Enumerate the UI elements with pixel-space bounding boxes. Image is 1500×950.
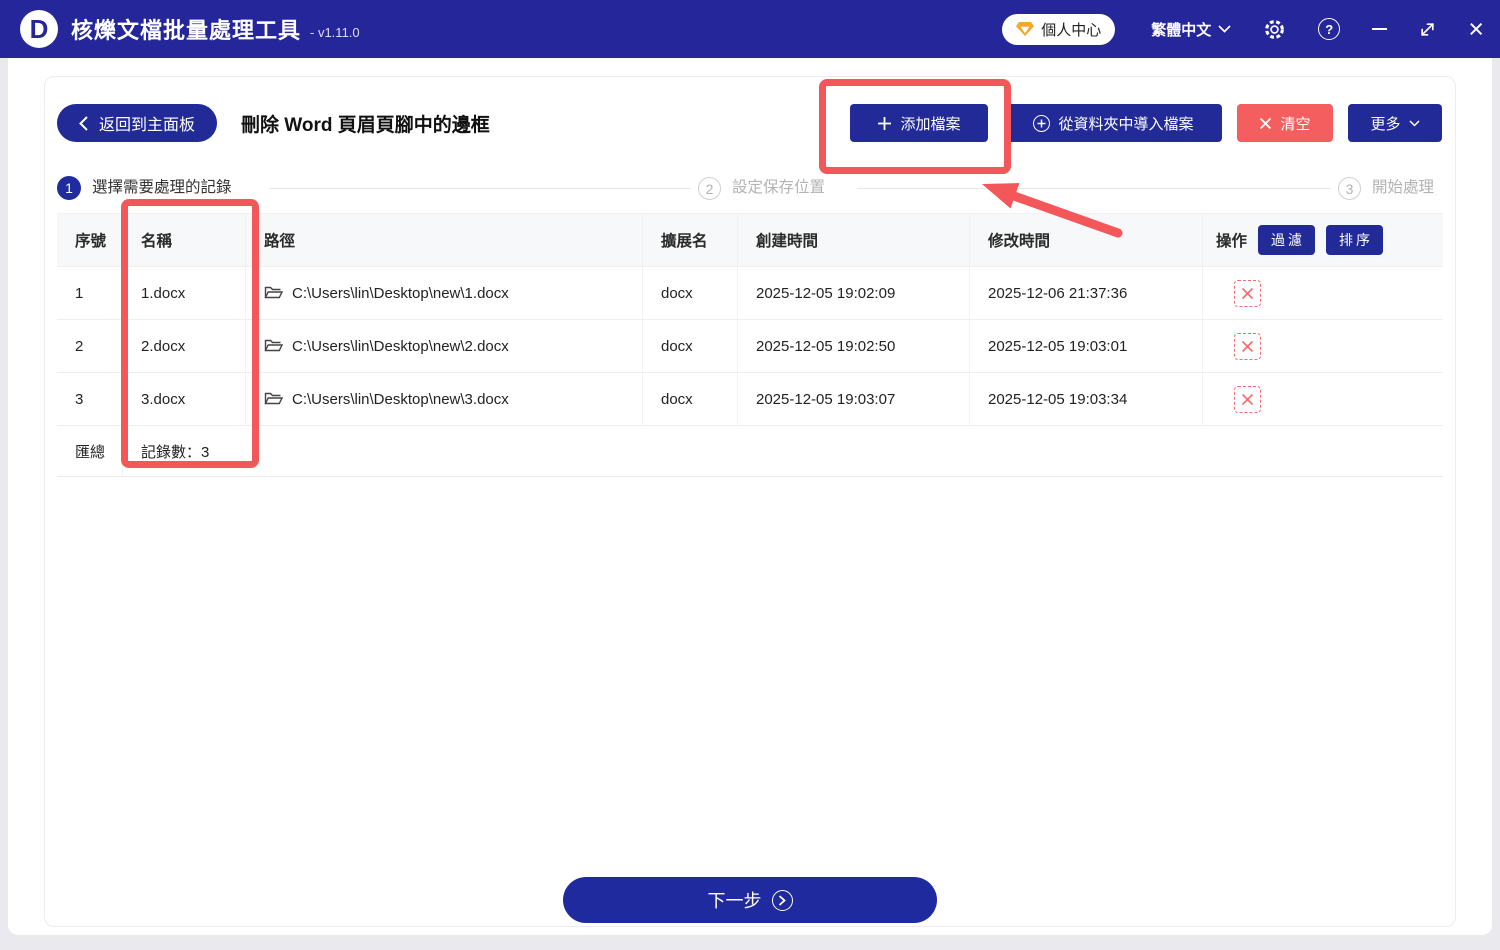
cell-path: C:\Users\lin\Desktop\new\1.docx <box>292 284 509 302</box>
titlebar-actions: 個人中心 繁體中文 ? × <box>1002 0 1484 58</box>
delete-row-button[interactable] <box>1234 279 1261 307</box>
next-step-button[interactable]: 下一步 <box>563 877 937 923</box>
clear-x-icon <box>1259 117 1272 130</box>
circle-plus-icon <box>1033 114 1051 132</box>
header-index: 序號 <box>57 214 123 266</box>
back-button-label: 返回到主面板 <box>99 117 196 134</box>
content-card <box>44 76 1456 927</box>
cell-name: 1.docx <box>123 267 246 319</box>
step-2-circle: 2 <box>698 177 721 200</box>
plus-icon <box>877 116 892 131</box>
cell-extension: docx <box>643 320 738 372</box>
delete-row-button[interactable] <box>1234 332 1261 360</box>
import-from-folder-label: 從資料夾中導入檔案 <box>1058 115 1194 133</box>
step-connector <box>270 188 690 189</box>
summary-record-count: 記錄數：3 <box>141 443 210 461</box>
clear-button[interactable]: 清空 <box>1237 104 1333 142</box>
table-header-row: 序號 名稱 路徑 擴展名 創建時間 修改時間 操作 過濾 排序 <box>57 214 1443 267</box>
cell-path: C:\Users\lin\Desktop\new\2.docx <box>292 337 509 355</box>
chevron-down-icon <box>1408 119 1420 127</box>
header-path: 路徑 <box>246 214 643 266</box>
step-connector <box>857 188 1330 189</box>
delete-x-icon <box>1241 287 1254 300</box>
vip-gem-icon <box>1016 21 1035 37</box>
header-modified: 修改時間 <box>970 214 1203 266</box>
help-icon[interactable]: ? <box>1318 18 1341 40</box>
cell-created: 2025-12-05 19:02:09 <box>738 267 970 319</box>
page-title: 刪除 Word 頁眉頁腳中的邊框 <box>241 114 490 136</box>
next-step-label: 下一步 <box>707 891 762 911</box>
header-operations: 操作 <box>1216 233 1248 250</box>
summary-row: 匯總 記錄數：3 <box>57 426 1443 477</box>
sort-button[interactable]: 排序 <box>1326 225 1384 255</box>
file-table: 序號 名稱 路徑 擴展名 創建時間 修改時間 操作 過濾 排序 1 1.docx… <box>57 213 1443 477</box>
language-label: 繁體中文 <box>1151 21 1212 39</box>
cell-modified: 2025-12-05 19:03:34 <box>970 373 1203 425</box>
cell-modified: 2025-12-05 19:03:01 <box>970 320 1203 372</box>
app-title: 核爍文檔批量處理工具 <box>71 18 302 43</box>
header-created: 創建時間 <box>738 214 970 266</box>
header-name: 名稱 <box>123 214 246 266</box>
header-extension: 擴展名 <box>643 214 738 266</box>
more-label: 更多 <box>1370 115 1401 133</box>
more-button[interactable]: 更多 <box>1348 104 1442 142</box>
chevron-left-icon <box>79 115 88 131</box>
close-button[interactable]: × <box>1468 15 1484 43</box>
delete-row-button[interactable] <box>1234 385 1261 413</box>
user-center-label: 個人中心 <box>1041 21 1102 39</box>
folder-open-icon <box>264 338 283 354</box>
cell-created: 2025-12-05 19:02:50 <box>738 320 970 372</box>
step-1-label: 選擇需要處理的記錄 <box>92 179 232 196</box>
cell-extension: docx <box>643 267 738 319</box>
add-files-button[interactable]: 添加檔案 <box>850 104 988 142</box>
maximize-button[interactable] <box>1419 21 1436 38</box>
chevron-down-icon <box>1218 25 1231 33</box>
arrow-right-circle-icon <box>771 889 793 911</box>
summary-label: 匯總 <box>57 426 123 476</box>
cell-created: 2025-12-05 19:03:07 <box>738 373 970 425</box>
app-logo-icon: D <box>20 10 58 48</box>
cell-index: 2 <box>57 320 123 372</box>
table-row: 1 1.docx C:\Users\lin\Desktop\new\1.docx… <box>57 267 1443 320</box>
table-row: 2 2.docx C:\Users\lin\Desktop\new\2.docx… <box>57 320 1443 373</box>
cell-path: C:\Users\lin\Desktop\new\3.docx <box>292 390 509 408</box>
settings-gear-icon[interactable] <box>1263 18 1286 41</box>
delete-x-icon <box>1241 393 1254 406</box>
step-1-circle: 1 <box>57 176 81 200</box>
language-selector[interactable]: 繁體中文 <box>1151 19 1231 40</box>
cell-name: 2.docx <box>123 320 246 372</box>
titlebar: D 核爍文檔批量處理工具 - v1.11.0 個人中心 繁體中文 ? × <box>0 0 1500 58</box>
folder-open-icon <box>264 285 283 301</box>
cell-extension: docx <box>643 373 738 425</box>
step-3-circle: 3 <box>1338 177 1361 200</box>
filter-button[interactable]: 過濾 <box>1258 225 1316 255</box>
add-files-label: 添加檔案 <box>900 115 961 133</box>
minimize-button[interactable] <box>1372 28 1388 30</box>
folder-open-icon <box>264 391 283 407</box>
cell-modified: 2025-12-06 21:37:36 <box>970 267 1203 319</box>
back-to-dashboard-button[interactable]: 返回到主面板 <box>57 104 218 142</box>
cell-index: 1 <box>57 267 123 319</box>
user-center-button[interactable]: 個人中心 <box>1002 13 1116 45</box>
delete-x-icon <box>1241 340 1254 353</box>
cell-name: 3.docx <box>123 373 246 425</box>
import-from-folder-button[interactable]: 從資料夾中導入檔案 <box>1005 104 1222 142</box>
step-3-label: 開始處理 <box>1372 179 1435 196</box>
table-row: 3 3.docx C:\Users\lin\Desktop\new\3.docx… <box>57 373 1443 426</box>
app-version: - v1.11.0 <box>310 25 360 40</box>
cell-index: 3 <box>57 373 123 425</box>
step-2-label: 設定保存位置 <box>732 179 826 196</box>
clear-label: 清空 <box>1280 115 1311 133</box>
